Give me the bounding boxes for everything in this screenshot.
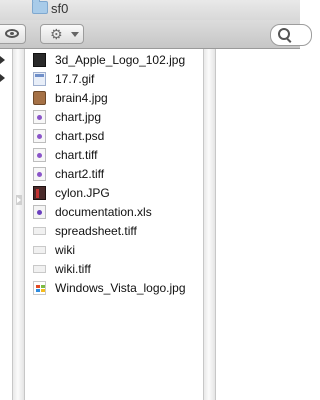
document-file-icon <box>33 167 46 181</box>
file-name: wiki <box>55 243 75 257</box>
search-icon <box>278 28 290 40</box>
file-item[interactable]: 17.7.gif <box>25 70 203 89</box>
blank-file-icon <box>33 246 46 254</box>
file-name: Windows_Vista_logo.jpg <box>55 281 186 295</box>
file-item[interactable]: 3d_Apple_Logo_102.jpg <box>25 51 203 70</box>
toolbar: ⚙ <box>0 20 312 49</box>
file-name: cylon.JPG <box>55 186 110 200</box>
spreadsheet-file-icon <box>33 205 46 219</box>
folder-icon <box>32 0 48 14</box>
file-item[interactable]: spreadsheet.tiff <box>25 222 203 241</box>
window-titlebar: sf0 <box>0 0 300 20</box>
blank-file-icon <box>33 227 46 235</box>
document-file-icon <box>33 129 46 143</box>
file-item[interactable]: chart.jpg <box>25 108 203 127</box>
windows-logo-icon <box>33 281 46 295</box>
file-item[interactable]: wiki.tiff <box>25 260 203 279</box>
file-item[interactable]: Windows_Vista_logo.jpg <box>25 279 203 298</box>
file-item[interactable]: chart.psd <box>25 127 203 146</box>
column-divider[interactable] <box>12 49 25 400</box>
file-item[interactable]: chart2.tiff <box>25 165 203 184</box>
eye-icon <box>5 29 19 38</box>
gif-file-icon <box>33 72 46 86</box>
file-name: 17.7.gif <box>55 72 95 86</box>
file-name: wiki.tiff <box>55 262 91 276</box>
parent-column <box>0 49 12 400</box>
column-resize-handle[interactable] <box>16 195 22 205</box>
preview-column <box>216 49 300 400</box>
file-name: brain4.jpg <box>55 91 108 105</box>
file-name: spreadsheet.tiff <box>55 224 137 238</box>
file-item[interactable]: brain4.jpg <box>25 89 203 108</box>
file-item[interactable]: cylon.JPG <box>25 184 203 203</box>
action-menu-button[interactable]: ⚙ <box>40 24 84 44</box>
image-file-icon <box>33 53 46 67</box>
file-name: 3d_Apple_Logo_102.jpg <box>55 53 186 67</box>
file-name: documentation.xls <box>55 205 152 219</box>
gear-icon: ⚙ <box>50 26 63 42</box>
file-name: chart.jpg <box>55 110 102 124</box>
document-file-icon <box>33 148 46 162</box>
image-file-icon <box>33 186 46 200</box>
window-title: sf0 <box>51 1 69 16</box>
document-file-icon <box>33 110 46 124</box>
file-name: chart.tiff <box>55 148 98 162</box>
disclosure-arrow-icon[interactable] <box>0 56 5 64</box>
file-name: chart.psd <box>55 129 105 143</box>
column-divider[interactable] <box>203 49 216 400</box>
file-list-column: 3d_Apple_Logo_102.jpg 17.7.gif brain4.jp… <box>25 49 203 400</box>
file-item[interactable]: chart.tiff <box>25 146 203 165</box>
file-item[interactable]: wiki <box>25 241 203 260</box>
file-item[interactable]: documentation.xls <box>25 203 203 222</box>
search-input[interactable] <box>270 24 312 46</box>
image-file-icon <box>33 91 46 105</box>
file-name: chart2.tiff <box>55 167 105 181</box>
chevron-down-icon <box>71 32 79 37</box>
quick-look-button[interactable] <box>0 24 26 44</box>
blank-file-icon <box>33 265 46 273</box>
disclosure-arrow-icon[interactable] <box>0 74 5 82</box>
